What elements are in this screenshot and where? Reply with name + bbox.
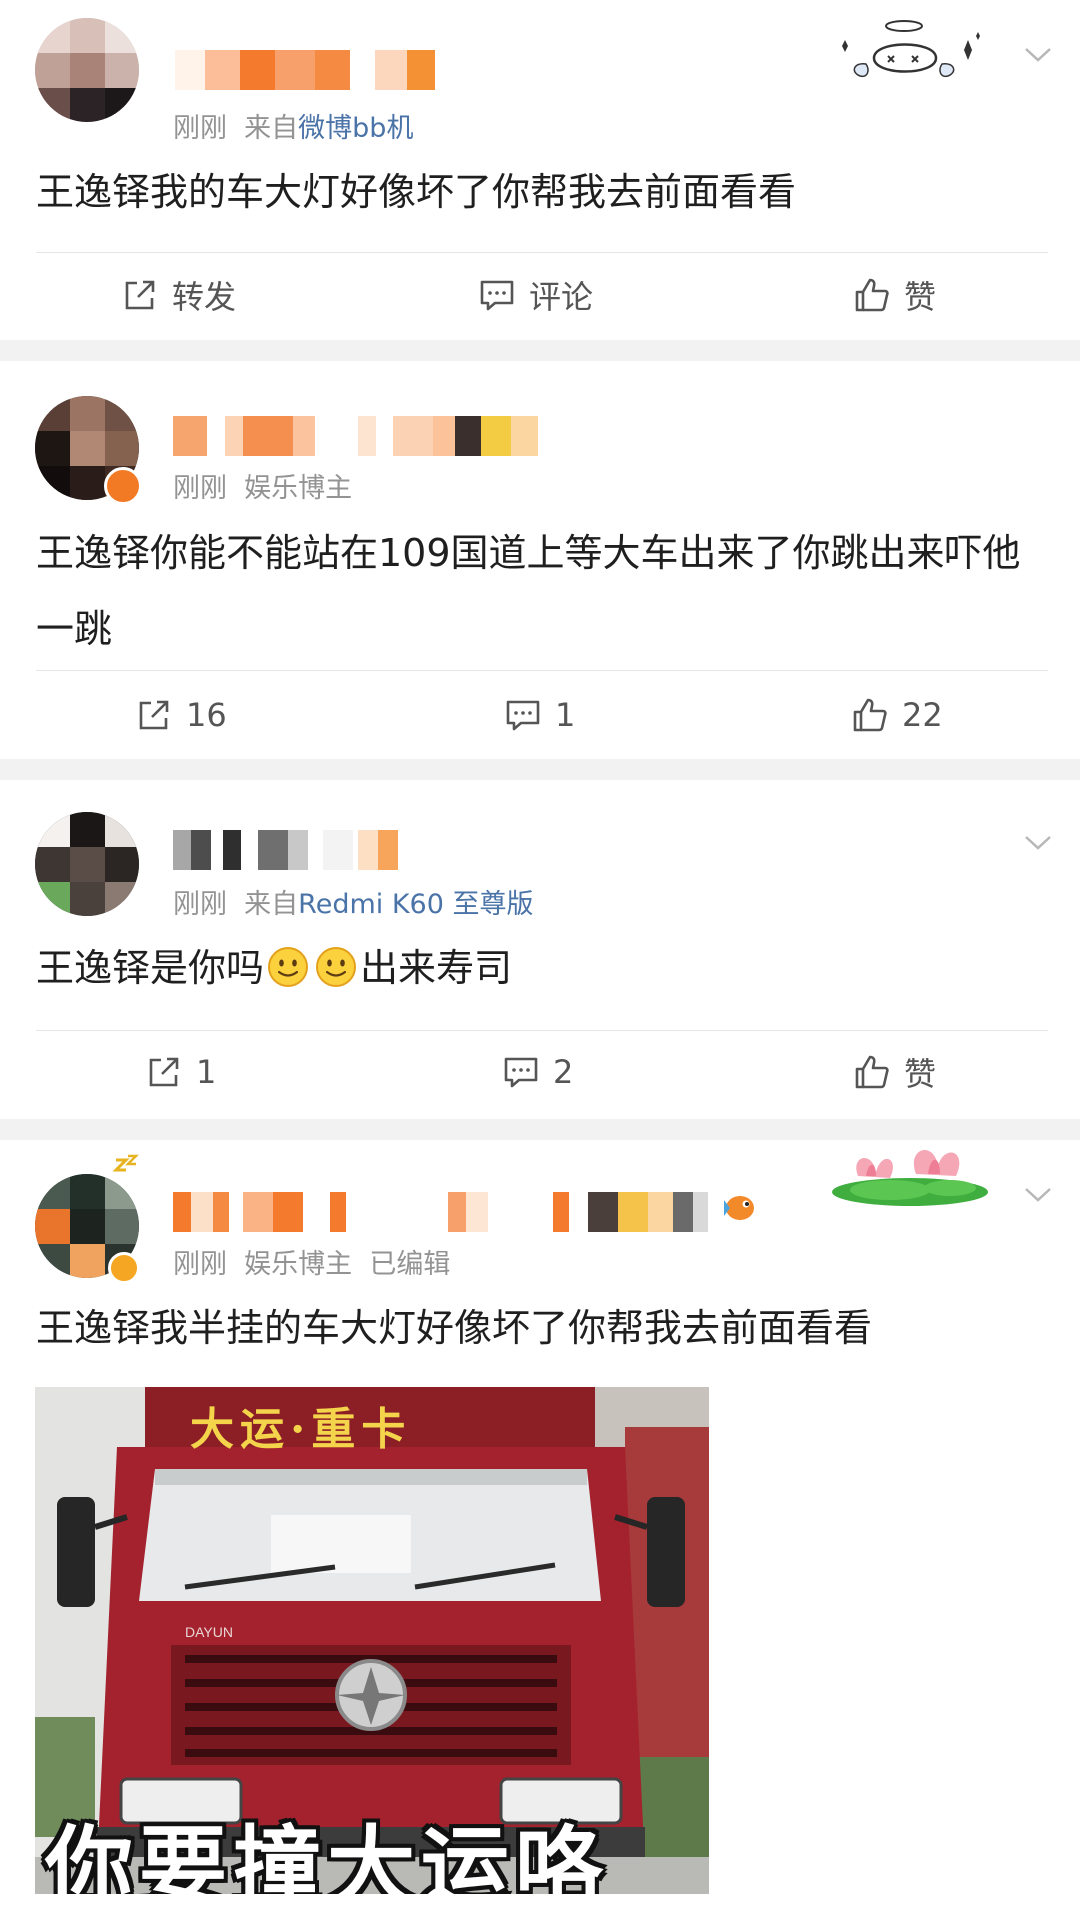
divider [36,1030,1048,1031]
like-label: 赞 [904,1055,937,1093]
lotus-sticker-icon [832,1150,988,1206]
share-out-icon [149,1057,179,1087]
repost-label: 转发 [172,278,237,316]
chevron-down-icon[interactable] [1024,1180,1052,1208]
comment-bubble-icon [480,280,514,311]
thumbs-up-icon [855,278,889,312]
vip-badge-icon [108,1252,140,1284]
comment-card: 刚刚 娱乐博主 王逸铎你能不能站在109国道上等大车出来了你跳出来吓他一跳 16… [0,361,1080,759]
post-meta: 刚刚 娱乐博主 [173,466,352,505]
repost-count: 16 [186,696,227,734]
username-blurred[interactable] [173,1192,763,1232]
comment-bubble-icon [504,1057,538,1088]
thumbs-up-icon [855,1055,889,1089]
repost-button[interactable]: 16 [136,695,227,735]
chevron-down-icon[interactable] [1024,40,1052,68]
share-out-icon [139,700,169,730]
comment-card: 刚刚 来自微博bb机 王逸铎我的车大灯好像坏了你帮我去前面看看 转发 评论 赞 [0,0,1080,340]
comment-label: 评论 [529,278,594,316]
comment-count: 2 [553,1053,574,1091]
username-blurred[interactable] [173,416,538,456]
post-time: 刚刚 [173,1249,227,1280]
user-tag: 娱乐博主 [244,1249,353,1280]
avatar-pixelated[interactable] [35,18,139,122]
comment-card: 刚刚 娱乐博主 已编辑 王逸铎我半挂的车大灯好像坏了你帮我去前面看看 DAYUN… [0,1140,1080,1918]
post-time: 刚刚 [173,473,227,504]
post-time: 刚刚 [173,889,227,920]
smile-emoji-icon [268,947,309,987]
thumbs-up-icon [853,698,887,732]
avatar-pixelated[interactable] [35,812,139,916]
repost-button[interactable]: 1 [146,1052,216,1092]
comment-text: 王逸铎我的车大灯好像坏了你帮我去前面看看 [36,170,797,214]
share-out-icon [125,280,155,310]
verified-badge-icon [104,467,142,505]
comment-text-end: 出来寿司 [360,946,513,990]
comment-feed: 刚刚 来自微博bb机 王逸铎我的车大灯好像坏了你帮我去前面看看 转发 评论 赞 … [0,0,1080,1918]
grille-badge-text: DAYUN [185,1624,233,1640]
post-meta: 刚刚 来自微博bb机 [173,106,413,145]
comment-count: 1 [555,696,576,734]
image-bottom-caption: 你要撞大运咯 [45,1816,610,1894]
like-label: 赞 [904,278,937,316]
image-top-caption: 大运·重卡 [190,1404,412,1455]
comment-button[interactable]: 2 [503,1052,573,1092]
device-source-link[interactable]: Redmi K60 至尊版 [298,889,533,920]
repost-count: 1 [196,1053,217,1091]
post-meta: 刚刚 来自Redmi K60 至尊版 [173,882,534,921]
device-source-link[interactable]: 微博bb机 [298,113,413,144]
post-time: 刚刚 [173,113,227,144]
comment-text: 王逸铎你能不能站在109国道上等大车出来了你跳出来吓他一跳 [36,531,1021,651]
angel-sticker-icon [842,20,980,78]
divider [36,252,1048,253]
sleep-z-icon [112,1154,139,1172]
like-count: 22 [902,696,943,734]
comment-button[interactable]: 评论 [479,275,594,316]
like-button[interactable]: 22 [852,695,943,735]
like-button[interactable]: 赞 [854,275,937,316]
repost-button[interactable]: 转发 [122,275,237,316]
comment-bubble-icon [506,700,540,731]
comment-card: 刚刚 来自Redmi K60 至尊版 王逸铎是你吗 出来寿司 1 2 赞 [0,780,1080,1119]
edited-label: 已编辑 [369,1249,451,1280]
divider [36,670,1048,671]
username-blurred[interactable] [175,50,435,90]
source-prefix: 来自 [244,113,299,144]
source-prefix: 来自 [244,889,299,920]
like-button[interactable]: 赞 [854,1052,937,1093]
comment-text: 王逸铎我半挂的车大灯好像坏了你帮我去前面看看 [36,1306,873,1350]
comment-button[interactable]: 1 [505,695,575,735]
post-meta: 刚刚 娱乐博主 已编辑 [173,1242,450,1281]
comment-text-start: 王逸铎是你吗 [36,946,265,990]
chevron-down-icon[interactable] [1024,361,1052,363]
smile-emoji-icon [316,947,357,987]
fish-emoji-icon [724,1196,754,1220]
comment-text: 王逸铎是你吗 出来寿司 [36,930,1040,1006]
attached-image[interactable]: DAYUN 大运·重卡 你要撞大运咯 [35,1387,709,1894]
username-blurred[interactable] [173,830,398,870]
chevron-down-icon[interactable] [1024,828,1052,856]
user-tag: 娱乐博主 [244,473,353,504]
